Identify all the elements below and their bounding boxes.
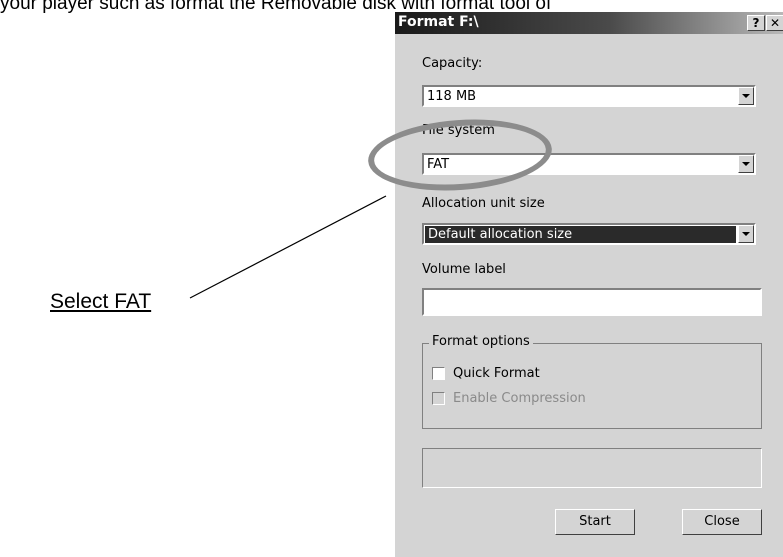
volume-label-input[interactable]	[422, 288, 762, 316]
start-button[interactable]: Start	[555, 509, 635, 535]
allocation-unit-size-value: Default allocation size	[425, 226, 736, 243]
enable-compression-label: Enable Compression	[453, 391, 586, 406]
dialog-titlebar: Format F:\ ? ✕	[395, 12, 783, 34]
enable-compression-checkbox: Enable Compression	[432, 391, 586, 406]
allocation-unit-size-label: Allocation unit size	[422, 196, 545, 211]
dialog-title: Format F:\	[398, 14, 479, 30]
checkbox-icon[interactable]	[432, 367, 445, 380]
checkbox-icon	[432, 392, 445, 405]
allocation-unit-size-select[interactable]: Default allocation size	[422, 223, 756, 245]
quick-format-checkbox[interactable]: Quick Format	[432, 366, 540, 381]
chevron-down-icon[interactable]	[738, 225, 754, 243]
volume-label-label: Volume label	[422, 262, 506, 277]
capacity-label: Capacity:	[422, 56, 483, 71]
capacity-select[interactable]: 118 MB	[422, 85, 756, 107]
close-icon[interactable]: ✕	[766, 15, 783, 31]
quick-format-label: Quick Format	[453, 366, 540, 381]
format-dialog: Format F:\ ? ✕ Capacity: 118 MB File sys…	[394, 12, 783, 557]
format-progress-bar	[422, 448, 762, 488]
close-button[interactable]: Close	[682, 509, 762, 535]
help-icon[interactable]: ?	[747, 15, 765, 31]
format-options-title: Format options	[429, 334, 533, 349]
chevron-down-icon[interactable]	[738, 87, 754, 105]
chevron-down-icon[interactable]	[738, 155, 754, 173]
capacity-value: 118 MB	[427, 89, 477, 104]
format-options-group: Format options Quick Format Enable Compr…	[422, 334, 762, 429]
